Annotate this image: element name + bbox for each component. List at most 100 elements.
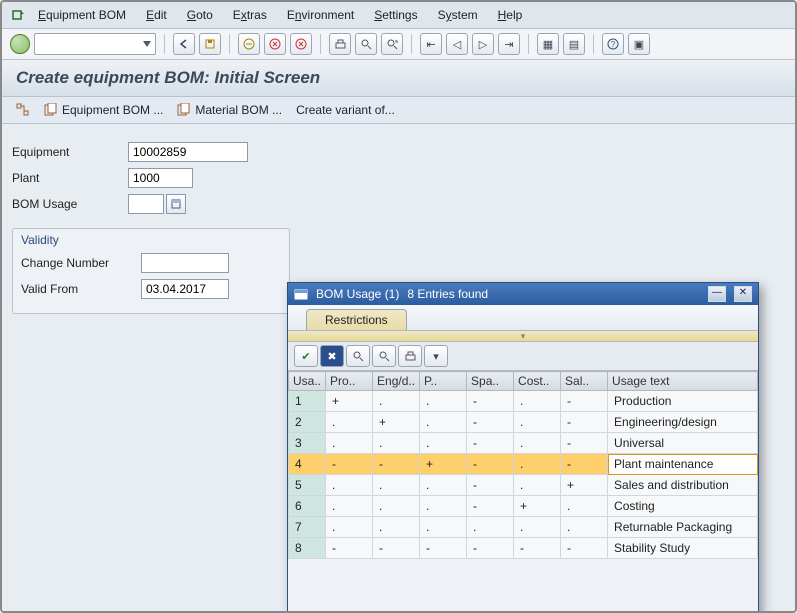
col-header[interactable]: Spa.. (467, 372, 514, 391)
change-number-field[interactable] (141, 253, 229, 273)
cell: . (326, 517, 373, 538)
cell: . (561, 517, 608, 538)
valid-from-field[interactable] (141, 279, 229, 299)
minimize-icon[interactable]: — (708, 286, 726, 302)
command-field[interactable] (34, 33, 156, 55)
cell: . (561, 496, 608, 517)
result-grid[interactable]: Usa..Pro..Eng/d..P..Spa..Cost..Sal..Usag… (288, 371, 758, 613)
separator (528, 34, 529, 54)
find-icon[interactable] (355, 33, 377, 55)
menu-equipment-bom[interactable]: Equipment BOM (30, 6, 134, 24)
new-session-icon[interactable]: ▦ (537, 33, 559, 55)
cell: - (561, 538, 608, 559)
cell: . (373, 517, 420, 538)
menu-help[interactable]: Help (490, 6, 531, 24)
first-page-icon[interactable]: ⇤ (420, 33, 442, 55)
save-icon[interactable] (199, 33, 221, 55)
menu-environment[interactable]: Environment (279, 6, 362, 24)
accept-icon[interactable]: ✔ (294, 345, 318, 367)
hierarchy-icon[interactable] (16, 103, 30, 117)
cell: . (373, 391, 420, 412)
usage-text-cell: Universal (608, 433, 758, 454)
find-next-icon[interactable] (372, 345, 396, 367)
menu-system[interactable]: System (430, 6, 486, 24)
table-row[interactable]: 7......Returnable Packaging (289, 517, 758, 538)
next-page-icon[interactable]: ▷ (472, 33, 494, 55)
cell: + (326, 391, 373, 412)
back-icon[interactable] (173, 33, 195, 55)
find-icon[interactable] (346, 345, 370, 367)
menu-goto[interactable]: Goto (179, 6, 221, 24)
equipment-field[interactable] (128, 142, 248, 162)
table-row[interactable]: 1+..-.-Production (289, 391, 758, 412)
col-header[interactable]: P.. (420, 372, 467, 391)
last-page-icon[interactable]: ⇥ (498, 33, 520, 55)
cell: - (373, 454, 420, 475)
usage-text-cell: Sales and distribution (608, 475, 758, 496)
print-icon[interactable] (398, 345, 422, 367)
search-help-icon[interactable] (166, 194, 186, 214)
cancel2-icon[interactable] (290, 33, 312, 55)
cell: . (326, 433, 373, 454)
table-row[interactable]: 3...-.-Universal (289, 433, 758, 454)
col-header[interactable]: Usage text (608, 372, 758, 391)
row-index: 7 (289, 517, 326, 538)
more-icon[interactable]: ▾ (424, 345, 448, 367)
row-index: 5 (289, 475, 326, 496)
table-row[interactable]: 8------Stability Study (289, 538, 758, 559)
help-icon[interactable]: ? (602, 33, 624, 55)
exit-icon[interactable] (238, 33, 260, 55)
table-row[interactable]: 2.+.-.-Engineering/design (289, 412, 758, 433)
prev-page-icon[interactable]: ◁ (446, 33, 468, 55)
dialog-title: BOM Usage (1) (316, 287, 399, 301)
cell: - (514, 538, 561, 559)
menu-extras[interactable]: Extras (225, 6, 275, 24)
find-next-icon[interactable] (381, 33, 403, 55)
print-icon[interactable] (329, 33, 351, 55)
cell: . (514, 454, 561, 475)
shortcut-icon[interactable]: ▤ (563, 33, 585, 55)
app-menu-icon[interactable] (10, 7, 26, 23)
layout-icon[interactable]: ▣ (628, 33, 650, 55)
usage-text-cell: Returnable Packaging (608, 517, 758, 538)
col-header[interactable]: Pro.. (326, 372, 373, 391)
cell: . (326, 475, 373, 496)
app-window: Equipment BOM Edit Goto Extras Environme… (0, 0, 797, 613)
bom-usage-field[interactable] (128, 194, 164, 214)
plant-field[interactable] (128, 168, 193, 188)
cell: - (467, 433, 514, 454)
col-header[interactable]: Eng/d.. (373, 372, 420, 391)
cell: - (467, 454, 514, 475)
usage-text-cell: Costing (608, 496, 758, 517)
enter-icon[interactable] (10, 34, 30, 54)
tab-restrictions[interactable]: Restrictions (306, 309, 407, 330)
separator (229, 34, 230, 54)
cell: - (561, 433, 608, 454)
col-header[interactable]: Cost.. (514, 372, 561, 391)
cell: - (561, 391, 608, 412)
usage-text-cell: Plant maintenance (608, 454, 758, 475)
cell: . (420, 475, 467, 496)
expand-bar-icon[interactable]: ▾ (288, 331, 758, 342)
table-row[interactable]: 4--+-.-Plant maintenance (289, 454, 758, 475)
material-bom-label: Material BOM ... (195, 103, 282, 117)
plant-label: Plant (12, 171, 128, 185)
col-header[interactable]: Sal.. (561, 372, 608, 391)
create-variant-button[interactable]: Create variant of... (296, 103, 395, 117)
equipment-bom-button[interactable]: Equipment BOM ... (44, 103, 163, 117)
table-row[interactable]: 5...-.+Sales and distribution (289, 475, 758, 496)
reject-icon[interactable]: ✖ (320, 345, 344, 367)
menu-settings[interactable]: Settings (366, 6, 425, 24)
dialog-titlebar[interactable]: BOM Usage (1) 8 Entries found — ✕ (288, 283, 758, 305)
menu-edit[interactable]: Edit (138, 6, 175, 24)
dialog-count: 8 Entries found (407, 287, 488, 301)
close-icon[interactable]: ✕ (734, 286, 752, 302)
dialog-icon (294, 287, 308, 301)
col-header[interactable]: Usa.. (289, 372, 326, 391)
cancel-icon[interactable] (264, 33, 286, 55)
cell: . (420, 433, 467, 454)
material-bom-button[interactable]: Material BOM ... (177, 103, 282, 117)
cell: - (326, 454, 373, 475)
table-row[interactable]: 6...-+.Costing (289, 496, 758, 517)
cell: . (420, 496, 467, 517)
